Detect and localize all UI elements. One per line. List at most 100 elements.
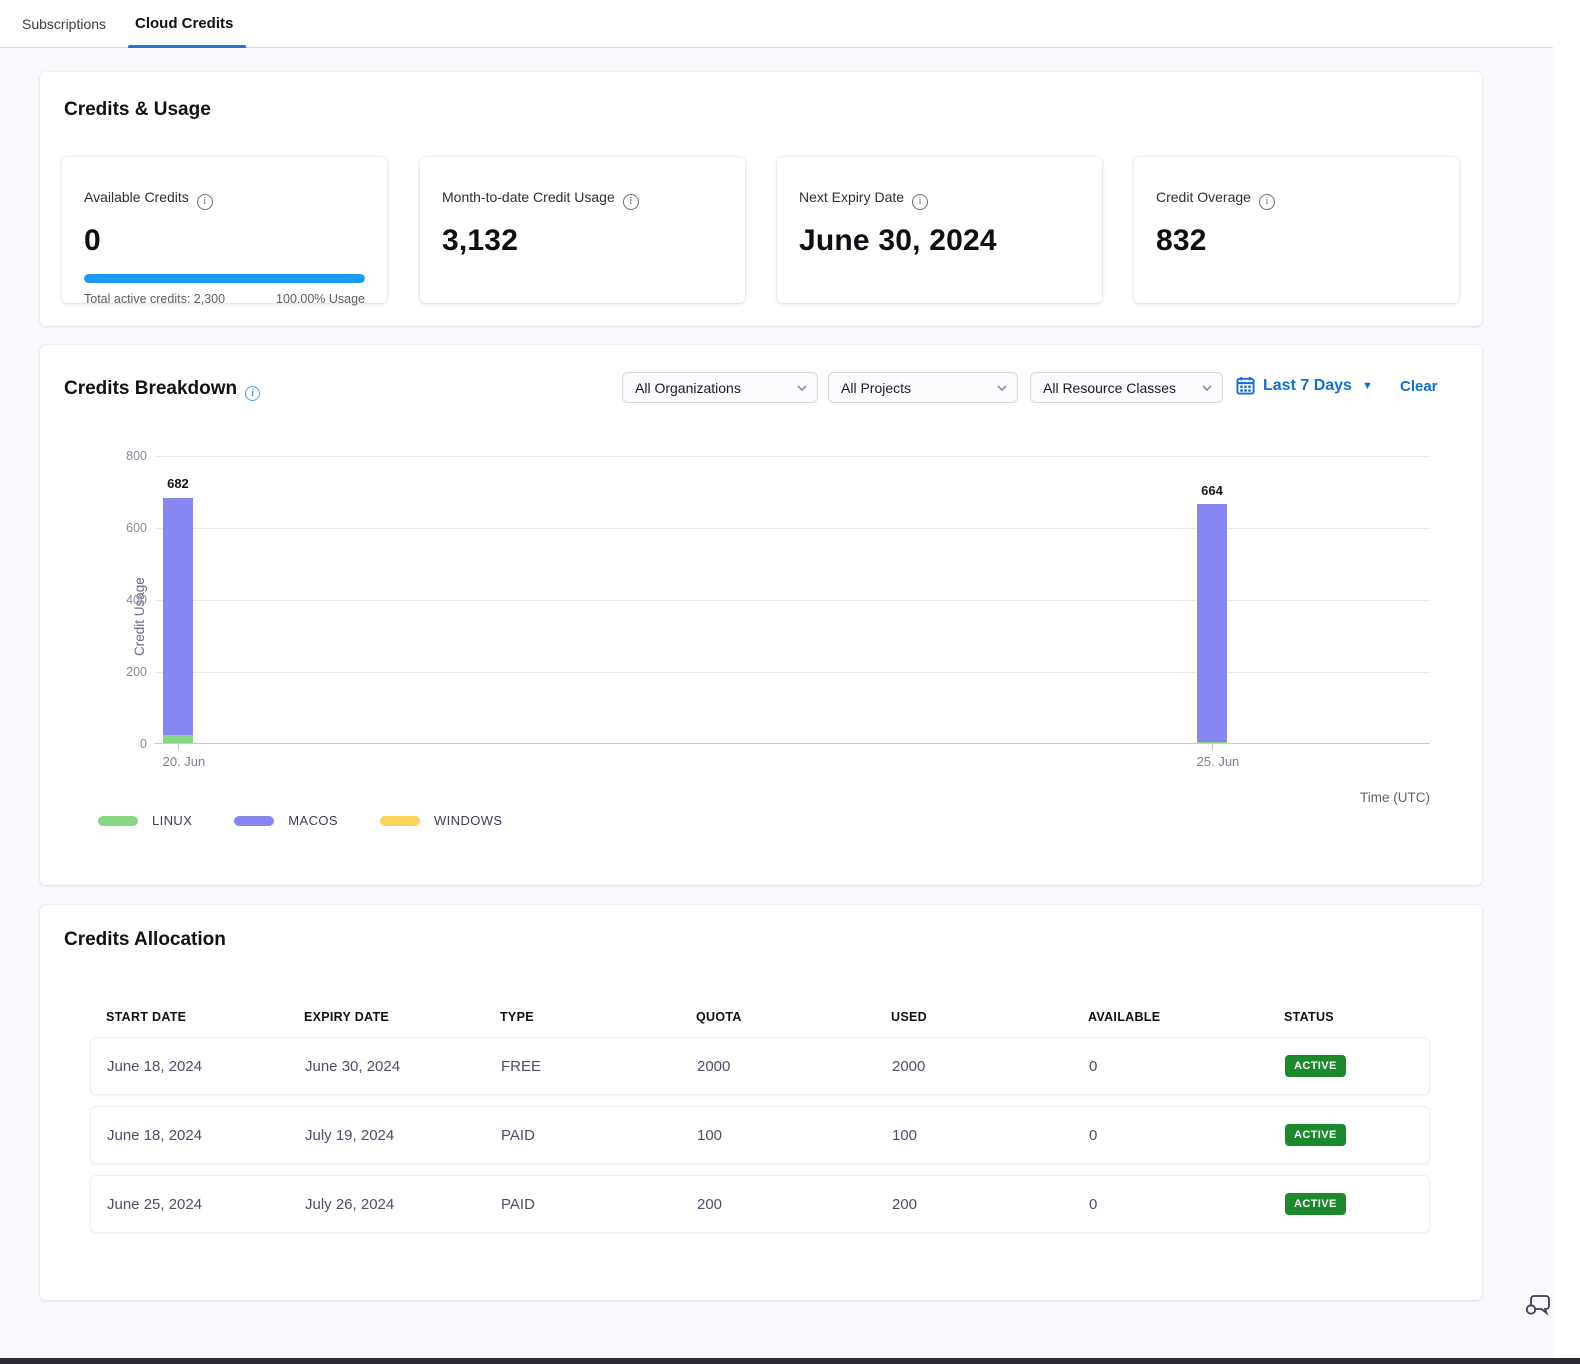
stat-value: June 30, 2024: [799, 224, 1080, 258]
table-header-row: START DATE EXPIRY DATE TYPE QUOTA USED A…: [90, 997, 1430, 1037]
stat-card-credit-overage: Credit Overage i 832: [1134, 157, 1459, 303]
column-header-quota: QUOTA: [696, 1010, 891, 1024]
tab-cloud-credits[interactable]: Cloud Credits: [135, 0, 233, 48]
bar-segment-macos: [1197, 504, 1227, 742]
total-active-credits: Total active credits: 2,300: [84, 292, 225, 306]
cell-quota: 200: [697, 1196, 892, 1213]
cell-quota: 100: [697, 1127, 892, 1144]
scrollbar-track[interactable]: [1553, 0, 1580, 1364]
chevron-down-icon: [997, 383, 1007, 393]
credits-progress-bar: [84, 274, 365, 283]
caret-down-icon: ▼: [1362, 380, 1373, 392]
cell-start-date: June 18, 2024: [107, 1058, 305, 1075]
cell-type: FREE: [501, 1058, 697, 1075]
credits-usage-title: Credits & Usage: [64, 99, 211, 121]
info-icon[interactable]: i: [245, 386, 260, 401]
chat-bubbles-icon: [1522, 1288, 1554, 1320]
y-tick-label: 0: [107, 737, 147, 751]
cell-start-date: June 18, 2024: [107, 1127, 305, 1144]
stat-card-mtd-usage: Month-to-date Credit Usagei 3,132: [420, 157, 745, 303]
column-header-expiry-date: EXPIRY DATE: [304, 1010, 500, 1024]
resource-classes-filter[interactable]: All Resource Classes: [1030, 372, 1223, 403]
column-header-used: USED: [891, 1010, 1088, 1024]
x-tick-mark: [1212, 744, 1213, 750]
cell-available: 0: [1089, 1127, 1285, 1144]
table-row: June 25, 2024July 26, 2024PAID2002000ACT…: [90, 1175, 1430, 1233]
organizations-filter-value: All Organizations: [635, 380, 741, 396]
legend-item-macos[interactable]: MACOS: [234, 813, 338, 828]
bar-segment-linux: [163, 735, 193, 743]
y-tick-label: 400: [107, 593, 147, 607]
credits-progress-fill: [84, 274, 365, 283]
bar-20. Jun[interactable]: [163, 498, 193, 744]
tab-bar: Subscriptions Cloud Credits: [0, 0, 1553, 48]
date-range-value: Last 7 Days: [1263, 377, 1352, 395]
x-tick-label: 25. Jun: [1197, 754, 1240, 769]
clear-filters-button[interactable]: Clear: [1400, 378, 1438, 395]
column-header-start-date: START DATE: [106, 1010, 304, 1024]
bar-value-label: 682: [167, 476, 189, 491]
legend-swatch: [234, 816, 274, 826]
cloud-credits-page: Subscriptions Cloud Credits Credits & Us…: [0, 0, 1580, 1364]
legend-item-windows[interactable]: WINDOWS: [380, 813, 503, 828]
stat-value: 0: [84, 224, 365, 258]
cell-used: 100: [892, 1127, 1089, 1144]
info-icon[interactable]: i: [912, 194, 928, 210]
cell-status: ACTIVE: [1285, 1124, 1429, 1146]
column-header-status: STATUS: [1284, 1010, 1430, 1024]
gridline: [155, 600, 1430, 601]
bar-segment-linux: [1197, 742, 1227, 743]
stat-label: Month-to-date Credit Usage: [442, 189, 615, 205]
info-icon[interactable]: i: [1259, 194, 1275, 210]
bar-segment-macos: [163, 498, 193, 736]
chart-y-axis-label: Credit Usage: [132, 456, 147, 656]
chevron-down-icon: [797, 383, 807, 393]
stat-card-next-expiry: Next Expiry Date i June 30, 2024: [777, 157, 1102, 303]
status-badge: ACTIVE: [1285, 1055, 1346, 1077]
stat-label: Credit Overage: [1156, 189, 1251, 205]
credits-breakdown-title: Credits Breakdown i: [64, 378, 260, 401]
credits-breakdown-section: Credits Breakdown i All Organizations All…: [40, 345, 1482, 885]
tab-subscriptions[interactable]: Subscriptions: [22, 0, 106, 48]
resource-classes-filter-value: All Resource Classes: [1043, 380, 1176, 396]
chevron-down-icon: [1202, 383, 1212, 393]
credits-allocation-title: Credits Allocation: [64, 929, 226, 951]
x-tick-mark: [178, 744, 179, 750]
legend-label: MACOS: [288, 813, 338, 828]
support-chat-button[interactable]: [1522, 1288, 1554, 1320]
cell-status: ACTIVE: [1285, 1193, 1429, 1215]
cell-expiry-date: July 26, 2024: [305, 1196, 501, 1213]
credit-usage-chart: 020040060080068220. Jun66425. Jun: [155, 456, 1430, 744]
cell-used: 200: [892, 1196, 1089, 1213]
projects-filter[interactable]: All Projects: [828, 372, 1018, 403]
column-header-type: TYPE: [500, 1010, 696, 1024]
table-body: June 18, 2024June 30, 2024FREE200020000A…: [90, 1037, 1430, 1233]
stat-label: Next Expiry Date: [799, 189, 904, 205]
chart-x-axis-label: Time (UTC): [1360, 790, 1430, 805]
date-range-picker[interactable]: Last 7 Days ▼: [1236, 376, 1373, 395]
active-tab-indicator: [128, 45, 246, 48]
stat-value: 832: [1156, 224, 1437, 258]
info-icon[interactable]: i: [197, 194, 213, 210]
cell-expiry-date: July 19, 2024: [305, 1127, 501, 1144]
organizations-filter[interactable]: All Organizations: [622, 372, 818, 403]
y-tick-label: 200: [107, 665, 147, 679]
legend-label: LINUX: [152, 813, 192, 828]
y-tick-label: 800: [107, 449, 147, 463]
stat-card-available-credits: Available Credits i 0 Total active credit…: [62, 157, 387, 303]
gridline: [155, 672, 1430, 673]
cell-type: PAID: [501, 1196, 697, 1213]
cell-available: 0: [1089, 1058, 1285, 1075]
legend-item-linux[interactable]: LINUX: [98, 813, 192, 828]
legend-label: WINDOWS: [434, 813, 503, 828]
cell-start-date: June 25, 2024: [107, 1196, 305, 1213]
horizontal-scrollbar[interactable]: [0, 1358, 1580, 1364]
status-badge: ACTIVE: [1285, 1193, 1346, 1215]
bar-value-label: 664: [1201, 483, 1223, 498]
bar-25. Jun[interactable]: [1197, 504, 1227, 743]
info-icon[interactable]: i: [623, 194, 639, 210]
credits-usage-section: Credits & Usage Available Credits i 0 Tot…: [40, 72, 1482, 326]
stat-label: Available Credits: [84, 189, 189, 205]
credits-breakdown-title-text: Credits Breakdown: [64, 378, 237, 399]
credits-allocation-section: Credits Allocation START DATE EXPIRY DAT…: [40, 905, 1482, 1300]
